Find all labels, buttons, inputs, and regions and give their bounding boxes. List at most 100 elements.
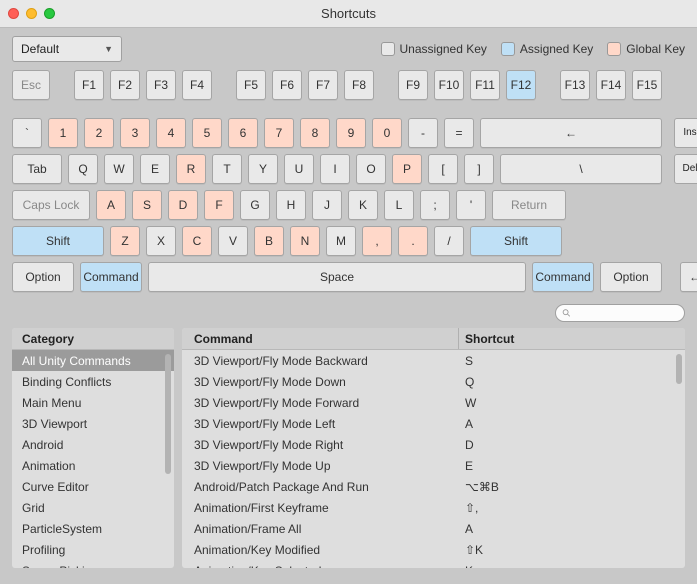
key-space[interactable]: Space [148, 262, 526, 292]
key-V[interactable]: V [218, 226, 248, 256]
command-row[interactable]: 3D Viewport/Fly Mode ForwardW [182, 392, 685, 413]
key-option-left[interactable]: Option [12, 262, 74, 292]
category-item[interactable]: Main Menu [12, 392, 174, 413]
key-f5[interactable]: F5 [236, 70, 266, 100]
category-item[interactable]: 3D Viewport [12, 413, 174, 434]
key-5[interactable]: 5 [192, 118, 222, 148]
key-S[interactable]: S [132, 190, 162, 220]
key-shift-right[interactable]: Shift [470, 226, 562, 256]
command-row[interactable]: 3D Viewport/Fly Mode UpE [182, 455, 685, 476]
key-R[interactable]: R [176, 154, 206, 184]
key-J[interactable]: J [312, 190, 342, 220]
minimize-icon[interactable] [26, 8, 37, 19]
key-1[interactable]: 1 [48, 118, 78, 148]
key-esc[interactable]: Esc [12, 70, 50, 100]
key-3[interactable]: 3 [120, 118, 150, 148]
key-U[interactable]: U [284, 154, 314, 184]
key-P[interactable]: P [392, 154, 422, 184]
search-input[interactable] [555, 304, 685, 322]
profile-dropdown[interactable]: Default ▼ [12, 36, 122, 62]
key-G[interactable]: G [240, 190, 270, 220]
command-row[interactable]: 3D Viewport/Fly Mode LeftA [182, 413, 685, 434]
category-item[interactable]: Profiling [12, 539, 174, 560]
category-item[interactable]: Grid [12, 497, 174, 518]
key-6[interactable]: 6 [228, 118, 258, 148]
command-row[interactable]: Animation/Frame AllA [182, 518, 685, 539]
key-8[interactable]: 8 [300, 118, 330, 148]
key-O[interactable]: O [356, 154, 386, 184]
key-f10[interactable]: F10 [434, 70, 464, 100]
category-item[interactable]: All Unity Commands [12, 350, 174, 371]
key-f1[interactable]: F1 [74, 70, 104, 100]
key-return[interactable]: Return [492, 190, 566, 220]
key-f12[interactable]: F12 [506, 70, 536, 100]
key-f4[interactable]: F4 [182, 70, 212, 100]
key-B[interactable]: B [254, 226, 284, 256]
key-,[interactable]: , [362, 226, 392, 256]
key-9[interactable]: 9 [336, 118, 366, 148]
command-scrollbar[interactable] [676, 354, 682, 384]
key-A[interactable]: A [96, 190, 126, 220]
key-M[interactable]: M [326, 226, 356, 256]
key-backslash[interactable]: \ [500, 154, 662, 184]
search-field[interactable] [575, 307, 678, 319]
category-item[interactable]: Binding Conflicts [12, 371, 174, 392]
key-`[interactable]: ` [12, 118, 42, 148]
key-f14[interactable]: F14 [596, 70, 626, 100]
command-row[interactable]: Animation/First Keyframe⇧, [182, 497, 685, 518]
key-arrow-left[interactable]: ← [680, 262, 697, 292]
key-f11[interactable]: F11 [470, 70, 500, 100]
key-W[interactable]: W [104, 154, 134, 184]
key-/[interactable]: / [434, 226, 464, 256]
key-X[interactable]: X [146, 226, 176, 256]
key-f2[interactable]: F2 [110, 70, 140, 100]
command-list[interactable]: 3D Viewport/Fly Mode BackwardS3D Viewpor… [182, 350, 685, 568]
category-item[interactable]: Scene Picking [12, 560, 174, 568]
key-del[interactable]: Del [674, 154, 697, 184]
key-4[interactable]: 4 [156, 118, 186, 148]
key-T[interactable]: T [212, 154, 242, 184]
command-row[interactable]: 3D Viewport/Fly Mode BackwardS [182, 350, 685, 371]
key-f6[interactable]: F6 [272, 70, 302, 100]
key-Q[interactable]: Q [68, 154, 98, 184]
category-item[interactable]: ParticleSystem [12, 518, 174, 539]
key-K[interactable]: K [348, 190, 378, 220]
key-f9[interactable]: F9 [398, 70, 428, 100]
key-[[interactable]: [ [428, 154, 458, 184]
key-tab[interactable]: Tab [12, 154, 62, 184]
key-capslock[interactable]: Caps Lock [12, 190, 90, 220]
key-;[interactable]: ; [420, 190, 450, 220]
command-row[interactable]: Animation/Key SelectedK [182, 560, 685, 568]
command-row[interactable]: 3D Viewport/Fly Mode DownQ [182, 371, 685, 392]
key-7[interactable]: 7 [264, 118, 294, 148]
key-f8[interactable]: F8 [344, 70, 374, 100]
key-.[interactable]: . [398, 226, 428, 256]
key-ins[interactable]: Ins [674, 118, 697, 148]
key-command-left[interactable]: Command [80, 262, 142, 292]
key-option-right[interactable]: Option [600, 262, 662, 292]
key-][interactable]: ] [464, 154, 494, 184]
key-N[interactable]: N [290, 226, 320, 256]
key-=[interactable]: = [444, 118, 474, 148]
category-list[interactable]: All Unity CommandsBinding ConflictsMain … [12, 350, 174, 568]
key-C[interactable]: C [182, 226, 212, 256]
key-'[interactable]: ' [456, 190, 486, 220]
close-icon[interactable] [8, 8, 19, 19]
key-command-right[interactable]: Command [532, 262, 594, 292]
key-backspace[interactable]: ← [480, 118, 662, 148]
key-f7[interactable]: F7 [308, 70, 338, 100]
category-item[interactable]: Animation [12, 455, 174, 476]
category-item[interactable]: Curve Editor [12, 476, 174, 497]
key-shift-left[interactable]: Shift [12, 226, 104, 256]
key-f13[interactable]: F13 [560, 70, 590, 100]
key-F[interactable]: F [204, 190, 234, 220]
category-scrollbar[interactable] [165, 354, 171, 474]
command-row[interactable]: Animation/Key Modified⇧K [182, 539, 685, 560]
key-f3[interactable]: F3 [146, 70, 176, 100]
key-D[interactable]: D [168, 190, 198, 220]
command-row[interactable]: 3D Viewport/Fly Mode RightD [182, 434, 685, 455]
key-f15[interactable]: F15 [632, 70, 662, 100]
key-Y[interactable]: Y [248, 154, 278, 184]
key-L[interactable]: L [384, 190, 414, 220]
command-row[interactable]: Android/Patch Package And Run⌥⌘B [182, 476, 685, 497]
